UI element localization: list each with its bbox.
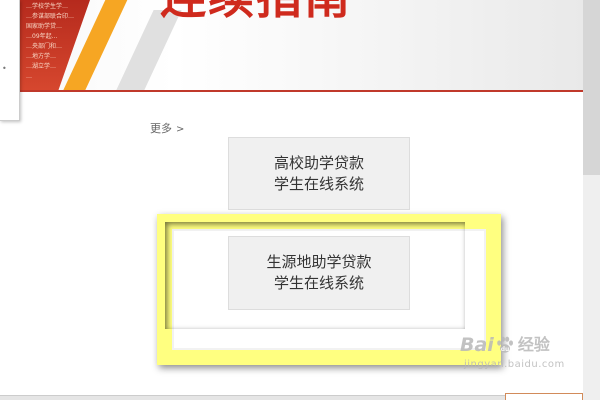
svg-text:du: du (501, 346, 510, 353)
right-edge-lower (583, 175, 600, 400)
button-line-1: 生源地助学贷款 (266, 253, 372, 271)
banner-news-line: 国家助学贷… (26, 23, 63, 30)
top-banner: …学校学生学… …参谋部联合印… 国家助学贷… …09年起… …央部门和… …地… (0, 0, 583, 92)
paw-icon: du (497, 336, 513, 353)
chevron-right-icon: > (176, 124, 185, 135)
right-edge-panel (583, 0, 600, 400)
watermark-logo-text: Bai (460, 334, 494, 356)
side-panel[interactable]: • (0, 0, 20, 121)
banner-news-line: …参谋部联合印… (26, 13, 75, 20)
banner-news-line: …09年起… (26, 33, 58, 40)
side-panel-marker-icon: • (2, 64, 7, 73)
bottom-bar (0, 395, 583, 400)
bottom-right-tab[interactable] (505, 393, 583, 400)
watermark-url: jingyan.baidu.com (464, 359, 565, 370)
origin-loan-system-button[interactable]: 生源地助学贷款 学生在线系统 (228, 236, 410, 310)
page: …学校学生学… …参谋部联合印… 国家助学贷… …09年起… …央部门和… …地… (0, 0, 600, 400)
button-line-2: 学生在线系统 (273, 174, 364, 193)
watermark-logo-cn: 经验 (517, 335, 550, 354)
button-line-1: 高校助学贷款 (273, 153, 364, 172)
banner-news-line: …学校学生学… (26, 3, 69, 10)
baidu-jingyan-watermark: Bai du 经验 jingyan.baidu.com (460, 333, 575, 388)
college-loan-system-button[interactable]: 高校助学贷款 学生在线系统 (228, 137, 410, 210)
more-link[interactable]: 更多 > (150, 120, 184, 136)
button-line-2: 学生在线系统 (273, 274, 364, 292)
more-link-label: 更多 (150, 122, 172, 135)
banner-heading: 连续指南 (160, 0, 352, 20)
watermark-logo: Bai du 经验 (460, 333, 575, 357)
